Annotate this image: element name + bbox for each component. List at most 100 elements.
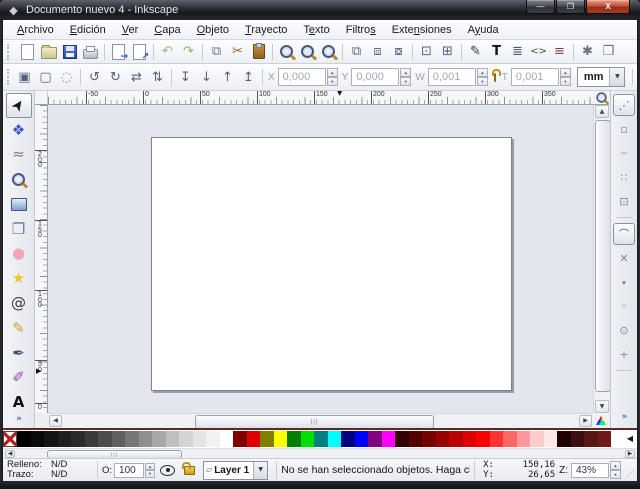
node-editor-tool[interactable]: ❖ bbox=[6, 118, 32, 143]
paste-icon[interactable] bbox=[248, 42, 269, 62]
sticky-zoom-button[interactable] bbox=[593, 91, 609, 105]
duplicate-icon[interactable]: ⧉ bbox=[346, 42, 367, 62]
color-swatch[interactable] bbox=[314, 431, 328, 447]
spiral-tool[interactable]: @ bbox=[6, 291, 32, 316]
select-all-icon[interactable]: ▣ bbox=[14, 67, 35, 87]
ungroup-icon[interactable]: ⊞ bbox=[437, 42, 458, 62]
color-swatch[interactable] bbox=[17, 431, 31, 447]
snap-bbox-corners[interactable]: ∷ bbox=[613, 166, 635, 188]
bezier-pen-tool[interactable]: ✒ bbox=[6, 341, 32, 366]
color-swatch[interactable] bbox=[584, 431, 598, 447]
export-icon[interactable]: ↗ bbox=[129, 42, 150, 62]
chevron-down-icon[interactable]: ▼ bbox=[609, 68, 624, 86]
color-swatch[interactable] bbox=[31, 431, 45, 447]
snap-bounding-box[interactable]: ▫ bbox=[613, 118, 635, 140]
no-color-swatch[interactable] bbox=[3, 431, 17, 447]
open-document-icon[interactable] bbox=[38, 42, 59, 62]
height-field-spinner[interactable]: ▲▼ bbox=[560, 68, 571, 86]
flip-horizontal-icon[interactable]: ⇄ bbox=[126, 67, 147, 87]
menu-trayecto[interactable]: Trayecto bbox=[237, 22, 295, 38]
maximize-button[interactable]: ❐ bbox=[556, 0, 585, 14]
snap-cusp-nodes[interactable]: ∙ bbox=[613, 271, 635, 293]
scroll-left-arrow[interactable]: ◀ bbox=[49, 415, 62, 427]
snap-rotation-centers[interactable]: + bbox=[613, 343, 635, 365]
height-field-input[interactable]: 0,001 bbox=[511, 68, 559, 86]
snap-smooth-nodes[interactable]: ◦ bbox=[613, 295, 635, 317]
redo-icon[interactable]: ↷ bbox=[178, 42, 199, 62]
rotate-cw-icon[interactable]: ↻ bbox=[105, 67, 126, 87]
selector-tool[interactable]: ➤ bbox=[6, 93, 32, 118]
color-swatch[interactable] bbox=[571, 431, 585, 447]
rectangle-tool[interactable] bbox=[6, 192, 32, 217]
menu-extensiones[interactable]: Extensiones bbox=[384, 22, 460, 38]
close-button[interactable]: X bbox=[586, 0, 630, 14]
menu-ver[interactable]: Ver bbox=[114, 22, 147, 38]
horizontal-ruler[interactable]: -50050100150200250300350▼ bbox=[48, 91, 593, 105]
toolbox-overflow-chevron[interactable]: » bbox=[16, 415, 21, 424]
color-swatch[interactable] bbox=[598, 431, 612, 447]
color-swatch[interactable] bbox=[341, 431, 355, 447]
color-swatch[interactable] bbox=[98, 431, 112, 447]
layer-visibility-eye-icon[interactable] bbox=[160, 465, 175, 476]
snap-midpoints[interactable]: ⊙ bbox=[613, 319, 635, 341]
rotate-ccw-icon[interactable]: ↺ bbox=[84, 67, 105, 87]
title-bar[interactable]: ◆ Documento nuevo 4 - Inkscape — ❐ X bbox=[0, 0, 640, 20]
scroll-up-arrow[interactable]: ▲ bbox=[595, 105, 609, 118]
menu-objeto[interactable]: Objeto bbox=[189, 22, 237, 38]
menu-archivo[interactable]: Archivo bbox=[9, 22, 62, 38]
chevron-down-icon[interactable]: ▼ bbox=[253, 462, 267, 479]
color-swatch[interactable] bbox=[382, 431, 396, 447]
group-icon[interactable]: ⊡ bbox=[416, 42, 437, 62]
unlink-clone-icon[interactable]: ⧇ bbox=[388, 42, 409, 62]
horizontal-scrollbar-thumb[interactable]: ||| bbox=[195, 415, 434, 428]
color-swatch[interactable] bbox=[530, 431, 544, 447]
zoom-tool[interactable] bbox=[6, 167, 32, 192]
canvas[interactable] bbox=[48, 105, 593, 413]
color-swatch[interactable] bbox=[274, 431, 288, 447]
snap-bbox-edges[interactable]: ┄ bbox=[613, 142, 635, 164]
undo-icon[interactable]: ↶ bbox=[157, 42, 178, 62]
color-swatch[interactable] bbox=[247, 431, 261, 447]
color-swatch[interactable] bbox=[517, 431, 531, 447]
color-swatch[interactable] bbox=[193, 431, 207, 447]
raise-to-top-icon[interactable]: ↥ bbox=[238, 67, 259, 87]
select-all-layers-icon[interactable]: ▢ bbox=[35, 67, 56, 87]
text-dialog-icon[interactable]: T bbox=[486, 42, 507, 62]
snap-path-intersections[interactable]: ✕ bbox=[613, 247, 635, 269]
snapbar-overflow-chevron[interactable]: » bbox=[622, 413, 627, 422]
x-field-input[interactable]: 0,000 bbox=[278, 68, 326, 86]
zoom-selection-icon[interactable] bbox=[276, 42, 297, 62]
document-properties-icon[interactable]: ❒ bbox=[598, 42, 619, 62]
color-swatch[interactable] bbox=[206, 431, 220, 447]
menu-texto[interactable]: Texto bbox=[295, 22, 337, 38]
color-swatch[interactable] bbox=[58, 431, 72, 447]
zoom-input[interactable]: 43% bbox=[571, 463, 609, 478]
lower-to-bottom-icon[interactable]: ↧ bbox=[175, 67, 196, 87]
y-field-input[interactable]: 0,000 bbox=[351, 68, 399, 86]
color-swatch[interactable] bbox=[152, 431, 166, 447]
calligraphy-tool[interactable]: ✐ bbox=[6, 365, 32, 390]
color-swatch[interactable] bbox=[220, 431, 234, 447]
menu-edicion[interactable]: Edición bbox=[62, 22, 114, 38]
minimize-button[interactable]: — bbox=[526, 0, 555, 14]
color-swatch[interactable] bbox=[85, 431, 99, 447]
color-swatch[interactable] bbox=[395, 431, 409, 447]
import-icon[interactable]: → bbox=[108, 42, 129, 62]
box-3d-tool[interactable]: ❐ bbox=[6, 217, 32, 242]
xml-editor-icon[interactable]: <> bbox=[528, 42, 549, 62]
snap-bbox-midpoints[interactable]: ⊡ bbox=[613, 190, 635, 212]
y-field-spinner[interactable]: ▲▼ bbox=[400, 68, 411, 86]
width-field-input[interactable]: 0,001 bbox=[428, 68, 476, 86]
raise-icon[interactable]: ↑ bbox=[217, 67, 238, 87]
pencil-tool[interactable]: ✎ bbox=[6, 316, 32, 341]
ellipse-tool[interactable]: ● bbox=[6, 242, 32, 267]
menu-capa[interactable]: Capa bbox=[146, 22, 188, 38]
preferences-icon[interactable]: ✱ bbox=[577, 42, 598, 62]
color-swatch[interactable] bbox=[166, 431, 180, 447]
width-field-spinner[interactable]: ▲▼ bbox=[477, 68, 488, 86]
toolbar-grip[interactable] bbox=[7, 69, 9, 85]
menu-ayuda[interactable]: Ayuda bbox=[460, 22, 507, 38]
tweak-tool[interactable]: ≈ bbox=[6, 143, 32, 168]
align-dialog-icon[interactable]: ≡ bbox=[549, 42, 570, 62]
resize-grip[interactable]: ⋰ bbox=[623, 461, 637, 479]
